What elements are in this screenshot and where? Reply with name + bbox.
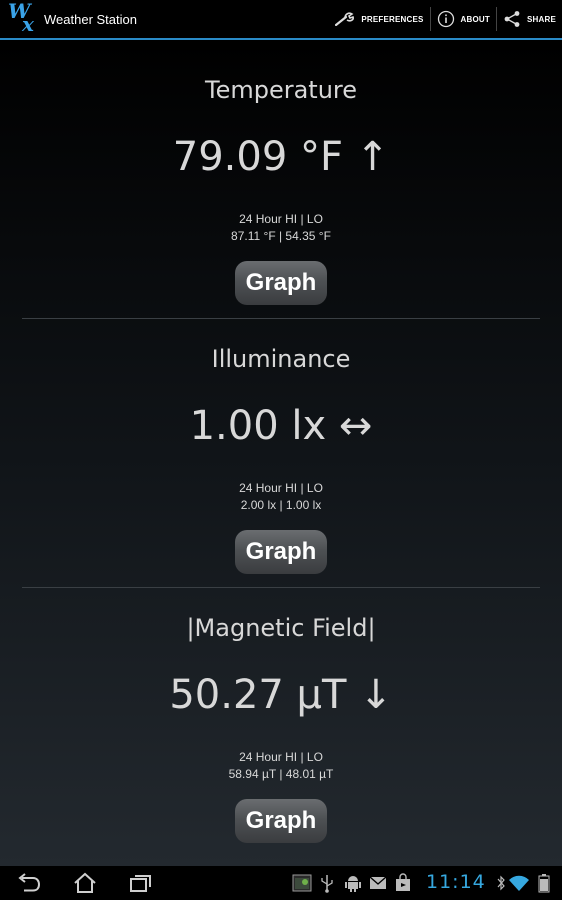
back-button[interactable] [16, 872, 42, 898]
hilo-values: 87.11 °F | 54.35 °F [231, 229, 331, 243]
home-button[interactable] [72, 872, 98, 898]
home-icon [74, 872, 96, 893]
section-title: Illuminance [211, 345, 351, 373]
hilo-label: 24 Hour HI | LO [239, 750, 323, 764]
gmail-icon [369, 876, 387, 889]
battery-status [538, 873, 550, 897]
debug-notification[interactable] [344, 873, 362, 897]
magnetic-field-graph-button[interactable]: Graph [235, 799, 327, 843]
share-button[interactable]: SHARE [497, 0, 562, 38]
hilo-values: 58.94 µT | 48.01 µT [228, 767, 334, 781]
illuminance-section: Illuminance 1.00 lx ↔ 24 Hour HI | LO 2.… [0, 309, 562, 577]
screenshot-icon [292, 874, 312, 892]
app-title: Weather Station [44, 11, 137, 27]
wifi-icon [509, 875, 529, 891]
sensor-content: Temperature 79.09 °F ↑ 24 Hour HI | LO 8… [0, 40, 562, 866]
temperature-graph-button[interactable]: Graph [235, 261, 327, 305]
back-icon [18, 873, 41, 892]
battery-icon [538, 874, 550, 893]
recent-apps-button[interactable] [128, 872, 154, 898]
hilo-label: 24 Hour HI | LO [239, 212, 323, 226]
preferences-label: PREFERENCES [361, 14, 424, 24]
system-bar: 11:14 [0, 866, 562, 900]
magnetic-field-section: |Magnetic Field| 50.27 µT ↓ 24 Hour HI |… [0, 578, 562, 846]
shopping-bag-icon [396, 873, 410, 891]
recent-apps-icon [130, 875, 151, 892]
action-bar: W x Weather Station PREFERENCES ABOUT SH… [0, 0, 562, 40]
section-reading: 1.00 lx ↔ [189, 403, 373, 449]
share-icon [504, 11, 520, 27]
action-items: PREFERENCES ABOUT SHARE [329, 0, 562, 38]
section-reading: 79.09 °F ↑ [172, 134, 390, 180]
clock[interactable]: 11:14 [426, 871, 486, 893]
hilo-values: 2.00 lx | 1.00 lx [240, 498, 322, 512]
gmail-notification[interactable] [369, 873, 387, 897]
illuminance-graph-button[interactable]: Graph [235, 530, 327, 574]
android-debug-icon [345, 876, 361, 892]
usb-notification[interactable] [320, 873, 334, 897]
app-logo-icon[interactable]: W x [4, 0, 44, 38]
section-title: Temperature [204, 76, 358, 104]
logo-letter-x: x [22, 12, 34, 36]
info-icon [437, 10, 454, 28]
bluetooth-icon [497, 875, 505, 891]
temperature-section: Temperature 79.09 °F ↑ 24 Hour HI | LO 8… [0, 40, 562, 308]
wifi-status [508, 873, 530, 897]
about-label: ABOUT [460, 14, 490, 24]
share-label: SHARE [526, 14, 556, 24]
bluetooth-status [496, 873, 506, 897]
section-reading: 50.27 µT ↓ [169, 672, 393, 718]
shopping-notification[interactable] [395, 873, 411, 897]
wrench-icon [335, 12, 355, 26]
preferences-button[interactable]: PREFERENCES [329, 0, 429, 38]
section-title: |Magnetic Field| [186, 614, 376, 642]
about-button[interactable]: ABOUT [431, 0, 496, 38]
screenshot-notification[interactable] [292, 873, 312, 897]
usb-icon [321, 875, 333, 893]
hilo-label: 24 Hour HI | LO [239, 481, 323, 495]
